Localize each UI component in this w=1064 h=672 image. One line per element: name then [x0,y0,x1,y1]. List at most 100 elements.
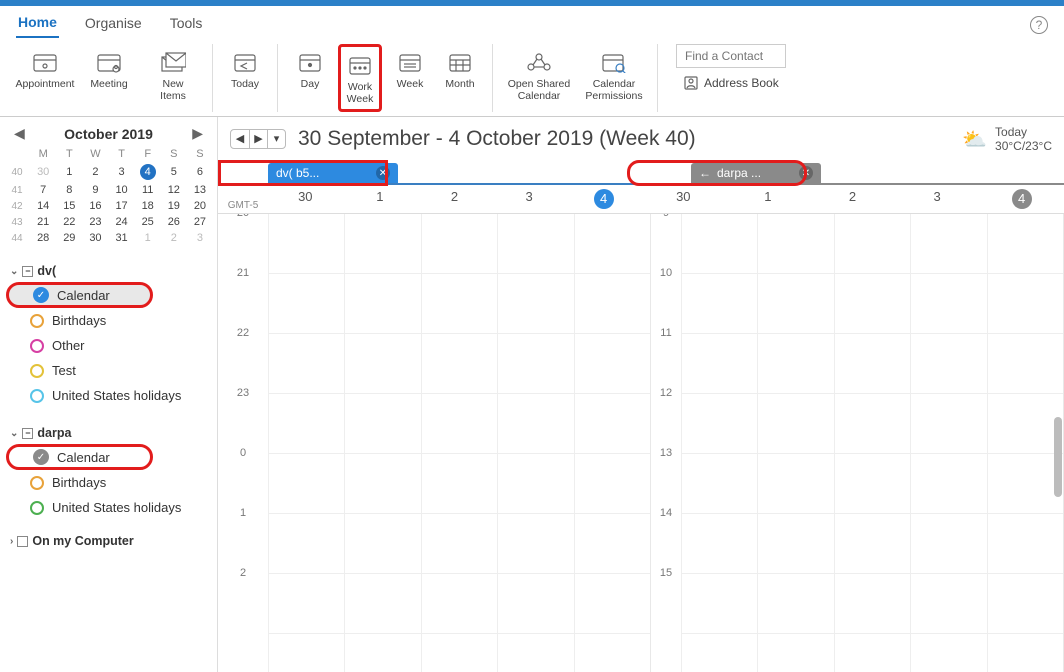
new-items-button[interactable]: New Items [144,44,202,106]
account-toggle[interactable]: ⌄−darpa [4,422,213,444]
calendar-list-item[interactable]: ✓Calendar [6,282,153,308]
day-header-cell[interactable]: 4 [566,185,641,213]
tab-home[interactable]: Home [16,12,59,38]
mini-day[interactable]: 27 [187,214,213,230]
time-slot-column[interactable] [497,214,573,672]
day-header-cell[interactable]: 30 [268,185,343,213]
address-book-button[interactable]: Address Book [676,74,787,92]
time-slot-column[interactable] [268,214,344,672]
time-slot-column[interactable] [834,214,910,672]
range-picker-button[interactable]: ▾ [267,130,285,148]
mini-day[interactable]: 12 [161,182,187,198]
today-button[interactable]: Today [223,44,267,94]
calendar-list-item[interactable]: ✓Calendar [6,444,153,470]
day-header-cell[interactable]: 3 [895,185,980,213]
day-header-cell[interactable]: 30 [641,185,726,213]
mini-day[interactable]: 4 [135,162,161,182]
time-slot-column[interactable] [987,214,1063,672]
mini-day[interactable]: 17 [109,198,135,214]
mini-day[interactable]: 30 [82,230,108,246]
day-header-cell[interactable]: 3 [492,185,567,213]
mini-day[interactable]: 24 [109,214,135,230]
calendar-list-item[interactable]: United States holidays [4,495,213,520]
mini-day[interactable]: 22 [56,214,82,230]
time-slot-column[interactable] [574,214,650,672]
work-week-button[interactable]: Work Week [338,44,382,112]
sidebar: ◀ October 2019 ▶ MTWTFSS 403012345641789… [0,117,218,672]
time-slot-column[interactable] [344,214,420,672]
mini-day[interactable]: 25 [135,214,161,230]
appointment-button[interactable]: Appointment [16,44,74,94]
mini-day[interactable]: 3 [187,230,213,246]
mini-day[interactable]: 10 [109,182,135,198]
date-nav-buttons: ◀ ▶ ▾ [230,129,286,149]
calendar-list-item[interactable]: Test [4,358,213,383]
scrollbar[interactable] [1054,417,1062,497]
calendar-list-item[interactable]: United States holidays [4,383,213,408]
mini-day[interactable]: 29 [56,230,82,246]
tab-organise[interactable]: Organise [83,13,144,37]
color-ring-icon [30,339,44,353]
next-range-button[interactable]: ▶ [249,130,267,148]
color-ring-icon [30,476,44,490]
month-button[interactable]: Month [438,44,482,94]
calendar-list-item[interactable]: Other [4,333,213,358]
mini-day[interactable]: 15 [56,198,82,214]
day-header-cell[interactable]: 4 [979,185,1064,213]
tab-tools[interactable]: Tools [168,13,205,37]
mini-day[interactable]: 8 [56,182,82,198]
mini-day[interactable]: 30 [30,162,56,182]
mini-day[interactable]: 3 [109,162,135,182]
time-slot-column[interactable] [681,214,757,672]
mini-day[interactable]: 2 [82,162,108,182]
range-title: 30 September - 4 October 2019 (Week 40) [298,127,696,151]
mini-day[interactable]: 18 [135,198,161,214]
mini-day[interactable]: 31 [109,230,135,246]
time-slot-column[interactable] [910,214,986,672]
mini-day[interactable]: 23 [82,214,108,230]
mini-day[interactable]: 20 [187,198,213,214]
calendar-list-item[interactable]: Birthdays [4,308,213,333]
mini-day[interactable]: 13 [187,182,213,198]
mini-day[interactable]: 2 [161,230,187,246]
color-ring-icon [30,364,44,378]
mini-day[interactable]: 1 [135,230,161,246]
day-header-cell[interactable]: 2 [417,185,492,213]
find-contact-input[interactable] [676,44,786,68]
time-slot-column[interactable] [757,214,833,672]
mini-day[interactable]: 21 [30,214,56,230]
time-slot-column[interactable] [421,214,497,672]
mini-day[interactable]: 19 [161,198,187,214]
mini-day[interactable]: 28 [30,230,56,246]
mini-day[interactable]: 6 [187,162,213,182]
mini-day[interactable]: 5 [161,162,187,182]
day-header-cell[interactable]: 1 [343,185,418,213]
prev-month-button[interactable]: ◀ [14,125,25,142]
day-header-cell[interactable]: 1 [726,185,811,213]
mini-calendar[interactable]: MTWTFSS 40301234564178910111213421415161… [4,146,213,246]
mini-day[interactable]: 9 [82,182,108,198]
prev-range-button[interactable]: ◀ [231,130,249,148]
next-month-button[interactable]: ▶ [192,125,203,142]
mini-day[interactable]: 1 [56,162,82,182]
tab-bar: Home Organise Tools ? [0,6,1064,38]
check-icon: ✓ [33,449,49,465]
timezone-label: GMT-5 [218,185,268,213]
mini-day[interactable]: 14 [30,198,56,214]
mini-month-title: October 2019 [64,126,153,142]
mini-day[interactable]: 11 [135,182,161,198]
open-shared-button[interactable]: Open Shared Calendar [503,44,575,106]
mini-day[interactable]: 26 [161,214,187,230]
day-header-cell[interactable]: 2 [810,185,895,213]
help-icon[interactable]: ? [1030,16,1048,34]
account-toggle[interactable]: ⌄−dv( [4,260,213,282]
day-button[interactable]: Day [288,44,332,94]
meeting-button[interactable]: Meeting [80,44,138,94]
on-my-computer-toggle[interactable]: › On my Computer [4,530,213,552]
mini-day[interactable]: 7 [30,182,56,198]
weather-widget[interactable]: ⛅ Today30°C/23°C [962,125,1052,153]
permissions-button[interactable]: Calendar Permissions [581,44,647,106]
mini-day[interactable]: 16 [82,198,108,214]
calendar-list-item[interactable]: Birthdays [4,470,213,495]
week-button[interactable]: Week [388,44,432,94]
